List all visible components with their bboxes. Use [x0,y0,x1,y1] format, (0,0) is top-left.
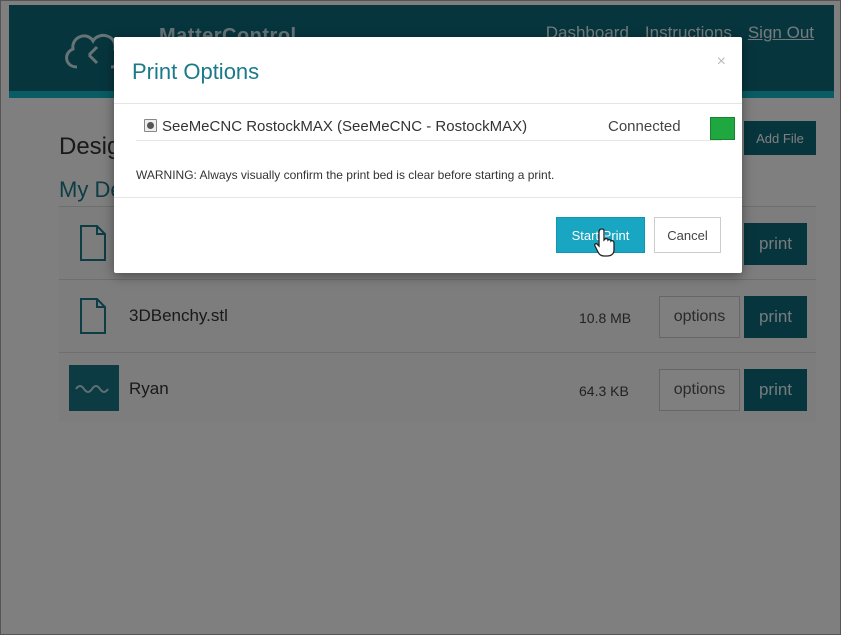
divider [114,103,742,104]
print-options-dialog: Print Options × SeeMeCNC RostockMAX (See… [114,37,742,273]
connection-status-indicator [710,117,735,140]
printer-row[interactable]: SeeMeCNC RostockMAX (SeeMeCNC - RostockM… [136,111,735,141]
app-window: MatterControl Dashboard Instructions Sig… [0,0,841,635]
warning-message: WARNING: Always visually confirm the pri… [136,168,555,182]
divider [114,197,742,198]
printer-name: SeeMeCNC RostockMAX (SeeMeCNC - RostockM… [162,118,528,135]
connection-status-text: Connected [608,118,681,135]
printer-radio-button[interactable] [144,119,157,132]
hand-pointer-cursor-icon [594,228,615,257]
close-icon[interactable]: × [717,53,726,71]
cancel-button[interactable]: Cancel [654,217,721,253]
dialog-title: Print Options [132,59,260,84]
